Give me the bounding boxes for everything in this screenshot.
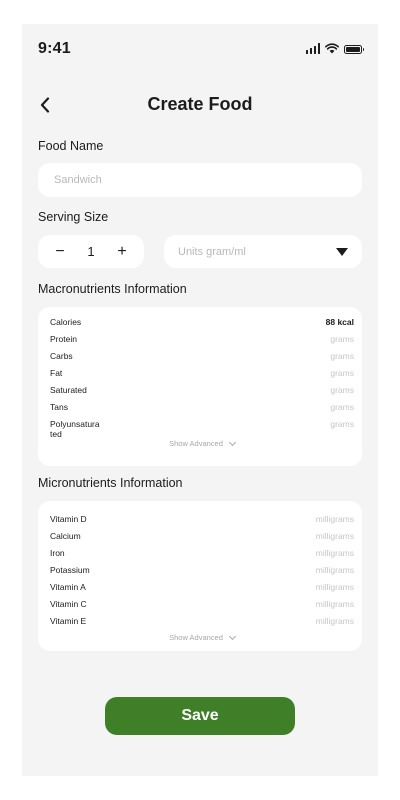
nutrient-row-vitamin-a[interactable]: Vitamin A milligrams [50, 582, 354, 599]
nutrient-name: Calcium [50, 531, 81, 541]
save-button[interactable]: Save [105, 697, 295, 735]
nutrient-unit: milligrams [315, 616, 354, 626]
nutrient-name: Vitamin D [50, 514, 87, 524]
nutrient-unit: grams [330, 351, 354, 361]
nutrient-row-carbs[interactable]: Carbs grams [50, 351, 354, 368]
status-time: 9:41 [38, 40, 71, 57]
nutrient-row-saturated[interactable]: Saturated grams [50, 385, 354, 402]
nutrient-unit: milligrams [315, 599, 354, 609]
nutrient-row-fat[interactable]: Fat grams [50, 368, 354, 385]
show-advanced-micros-button[interactable]: Show Advanced [50, 632, 354, 642]
nutrient-unit: milligrams [315, 565, 354, 575]
nutrient-unit: grams [330, 419, 354, 429]
unit-placeholder: Units gram/ml [178, 245, 246, 258]
nutrient-name: Tans [50, 402, 68, 412]
unit-dropdown[interactable]: Units gram/ml [164, 235, 362, 268]
nutrient-row-vitamin-d[interactable]: Vitamin D milligrams [50, 514, 354, 531]
nutrient-row-calories[interactable]: Calories 88 kcal [50, 317, 354, 334]
nutrient-unit: grams [330, 402, 354, 412]
quantity-value: 1 [87, 244, 95, 259]
nutrient-unit: grams [330, 368, 354, 378]
micronutrients-card: Vitamin D milligrams Calcium milligrams … [38, 501, 362, 651]
nutrient-row-potassium[interactable]: Potassium milligrams [50, 565, 354, 582]
micronutrients-label: Micronutrients Information [38, 476, 183, 490]
food-name-label: Food Name [38, 139, 104, 153]
nutrient-row-protein[interactable]: Protein grams [50, 334, 354, 351]
nutrient-row-iron[interactable]: Iron milligrams [50, 548, 354, 565]
nutrient-name: Iron [50, 548, 65, 558]
status-bar: 9:41 [22, 24, 378, 72]
decrement-button[interactable]: − [52, 243, 68, 260]
chevron-down-icon [228, 632, 236, 640]
chevron-down-icon [228, 438, 236, 446]
dropdown-arrow-icon [336, 247, 348, 256]
nutrient-name: Vitamin A [50, 582, 86, 592]
nutrient-name: Polyunsatura ted [50, 419, 100, 439]
nutrient-unit: milligrams [315, 514, 354, 524]
show-advanced-label: Show Advanced [169, 439, 223, 448]
nutrient-unit: grams [330, 385, 354, 395]
nutrient-name: Carbs [50, 351, 73, 361]
wifi-icon [325, 43, 339, 54]
nutrient-name: Vitamin E [50, 616, 87, 626]
nutrient-row-tans[interactable]: Tans grams [50, 402, 354, 419]
nutrient-name: Calories [50, 317, 82, 327]
nutrient-unit: milligrams [315, 548, 354, 558]
status-icons [305, 42, 364, 54]
nutrient-row-calcium[interactable]: Calcium milligrams [50, 531, 354, 548]
cellular-signal-icon [305, 43, 320, 54]
increment-button[interactable]: + [114, 243, 130, 260]
nutrient-name: Protein [50, 334, 77, 344]
quantity-stepper: − 1 + [38, 235, 144, 268]
nutrient-name: Potassium [50, 565, 90, 575]
phone-screen: 9:41 Create Food Food Name Serving Size … [22, 24, 378, 776]
macronutrients-label: Macronutrients Information [38, 282, 187, 296]
battery-icon [344, 45, 364, 54]
nutrient-unit: milligrams [315, 582, 354, 592]
nutrient-row-polyunsaturated[interactable]: Polyunsatura ted grams [50, 419, 354, 439]
show-advanced-label: Show Advanced [169, 633, 223, 642]
nutrient-name: Vitamin C [50, 599, 87, 609]
show-advanced-macros-button[interactable]: Show Advanced [50, 438, 354, 448]
nutrient-value: 88 kcal [325, 317, 354, 327]
nutrient-name: Saturated [50, 385, 87, 395]
nutrient-unit: milligrams [315, 531, 354, 541]
nutrient-row-vitamin-c[interactable]: Vitamin C milligrams [50, 599, 354, 616]
nutrient-unit: grams [330, 334, 354, 344]
nutrient-row-vitamin-e[interactable]: Vitamin E milligrams [50, 616, 354, 633]
serving-size-label: Serving Size [38, 210, 109, 224]
macronutrients-card: Calories 88 kcal Protein grams Carbs gra… [38, 307, 362, 466]
page-title: Create Food [147, 94, 253, 114]
nutrient-name: Fat [50, 368, 63, 378]
food-name-input[interactable] [38, 163, 362, 197]
